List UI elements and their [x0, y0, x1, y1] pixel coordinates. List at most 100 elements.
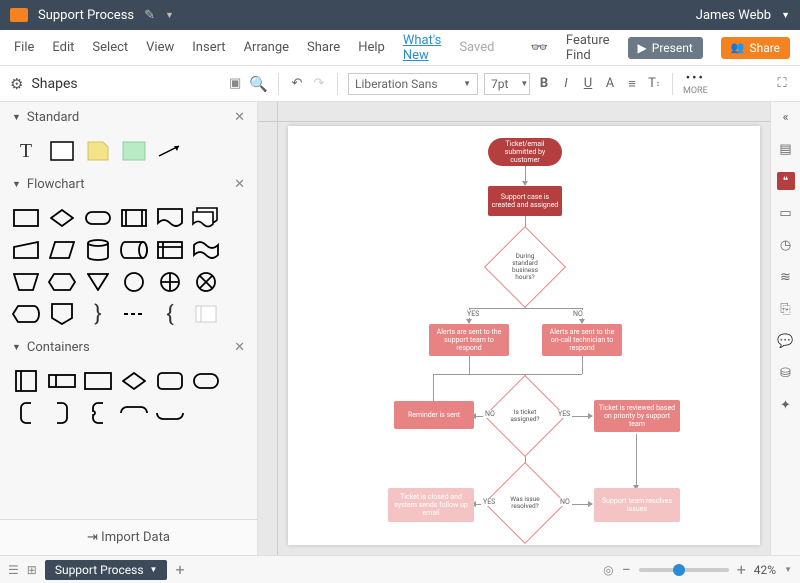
shape-c10[interactable] [120, 401, 148, 425]
font-size-select[interactable]: 7pt ▼ [484, 73, 530, 95]
align-icon[interactable]: ≡ [624, 76, 640, 92]
underline-icon[interactable]: U [580, 76, 596, 92]
shape-sum[interactable] [156, 270, 184, 294]
shape-doc[interactable] [156, 206, 184, 230]
shape-prep[interactable] [48, 270, 76, 294]
shape-input[interactable] [12, 238, 40, 262]
feature-find[interactable]: Feature Find [566, 33, 610, 63]
zoom-fit-icon[interactable]: ◎ [603, 563, 613, 577]
shape-merge[interactable] [84, 270, 112, 294]
menu-whats-new[interactable]: What's New [403, 33, 442, 63]
shape-brace-r[interactable]: } [84, 302, 112, 326]
search-icon[interactable]: 🔍 [249, 75, 268, 93]
page-tab[interactable]: Support Process ▼ [45, 560, 168, 580]
grid-icon[interactable]: ⊞ [27, 563, 37, 577]
menu-arrange[interactable]: Arrange [244, 40, 289, 55]
zoom-value[interactable]: 42% [754, 563, 776, 577]
italic-icon[interactable]: I [558, 76, 574, 92]
shape-c1[interactable] [12, 369, 40, 393]
menu-edit[interactable]: Edit [52, 40, 74, 55]
share-button[interactable]: 👥 Share [721, 37, 790, 59]
user-dropdown-icon[interactable]: ▼ [781, 10, 790, 21]
folder-icon[interactable] [10, 8, 28, 22]
shape-connector[interactable] [120, 270, 148, 294]
shape-decision[interactable] [48, 206, 76, 230]
magic-icon[interactable]: ✦ [777, 396, 795, 414]
menu-select[interactable]: Select [92, 40, 128, 55]
shape-or[interactable] [192, 270, 220, 294]
node-alerts-oncall[interactable]: Alerts are sent to the on-call technicia… [542, 324, 622, 356]
node-resolve[interactable]: Support team resolves issues [594, 488, 680, 522]
cat-standard[interactable]: ▼ Standard ✕ [0, 102, 257, 133]
shape-c4[interactable] [120, 369, 148, 393]
shape-display[interactable] [12, 302, 40, 326]
text-icon[interactable]: T↕ [646, 76, 662, 92]
zoom-slider[interactable] [639, 568, 729, 572]
menu-share[interactable]: Share [307, 40, 340, 55]
node-decision-resolved[interactable]: Was issue resolved? [496, 474, 554, 532]
shape-c6[interactable] [192, 369, 220, 393]
present-button[interactable]: ▶ Present [628, 37, 703, 59]
shape-c7[interactable] [12, 401, 40, 425]
shape-database[interactable] [84, 238, 112, 262]
node-reminder[interactable]: Reminder is sent [394, 401, 474, 429]
shape-terminator[interactable] [84, 206, 112, 230]
bookmark-icon[interactable]: ❝ [777, 172, 795, 190]
shape-rect[interactable] [48, 139, 76, 163]
node-closed[interactable]: Ticket is closed and system sends follow… [388, 488, 474, 522]
more-icon[interactable]: ••• [686, 71, 705, 86]
node-review[interactable]: Ticket is reviewed based on priority by … [594, 400, 680, 432]
list-icon[interactable]: ☰ [8, 563, 19, 577]
shape-c11[interactable] [156, 401, 184, 425]
shape-manualop[interactable] [12, 270, 40, 294]
node-case-created[interactable]: Support case is created and assigned [488, 186, 562, 216]
redo-icon[interactable]: ↷ [311, 76, 327, 92]
dropdown-icon[interactable]: ▼ [165, 10, 174, 21]
canvas[interactable]: Ticket/email submitted by customer Suppo… [288, 126, 760, 545]
shape-dash[interactable] [120, 302, 148, 326]
shape-multi-doc[interactable] [192, 206, 220, 230]
presentation-icon[interactable]: ▭ [777, 204, 795, 222]
menu-insert[interactable]: Insert [192, 40, 225, 55]
shape-c2[interactable] [48, 369, 76, 393]
shape-text[interactable]: T [12, 139, 40, 163]
shape-internal[interactable] [156, 238, 184, 262]
menu-file[interactable]: File [14, 40, 34, 55]
shape-offpage[interactable] [48, 302, 76, 326]
doc-title[interactable]: Support Process [38, 8, 134, 23]
close-icon[interactable]: ✕ [234, 177, 245, 192]
menu-view[interactable]: View [146, 40, 174, 55]
node-alerts-team[interactable]: Alerts are sent to the support team to r… [429, 324, 509, 356]
node-start[interactable]: Ticket/email submitted by customer [488, 138, 562, 166]
shape-c3[interactable] [84, 369, 112, 393]
shape-note2[interactable] [192, 302, 220, 326]
menu-help[interactable]: Help [358, 40, 385, 55]
node-decision-hours[interactable]: During standard business hours? [496, 238, 554, 296]
page-icon[interactable]: ▤ [777, 140, 795, 158]
cat-flowchart[interactable]: ▼ Flowchart ✕ [0, 169, 257, 200]
text-color-icon[interactable]: A [602, 76, 618, 92]
user-name[interactable]: James Webb [696, 8, 771, 23]
export-icon[interactable]: ⎘ [777, 300, 795, 318]
shape-block[interactable] [120, 139, 148, 163]
shape-c5[interactable] [156, 369, 184, 393]
history-icon[interactable]: ◷ [777, 236, 795, 254]
shape-direct[interactable] [120, 238, 148, 262]
shape-c8[interactable] [48, 401, 76, 425]
layers-icon[interactable]: ≋ [777, 268, 795, 286]
data-icon[interactable]: ⛁ [777, 364, 795, 382]
node-decision-assigned[interactable]: Is ticket assigned? [496, 387, 554, 445]
shape-process[interactable] [12, 206, 40, 230]
collapse-icon[interactable]: « [777, 108, 795, 126]
image-icon[interactable]: ▣ [229, 76, 241, 91]
cat-containers[interactable]: ▼ Containers ✕ [0, 332, 257, 363]
shape-tape[interactable] [192, 238, 220, 262]
close-icon[interactable]: ✕ [234, 340, 245, 355]
binoculars-icon[interactable]: 👓 [530, 40, 547, 56]
shape-predef[interactable] [120, 206, 148, 230]
bold-icon[interactable]: B [536, 76, 552, 92]
zoom-out-icon[interactable]: − [622, 560, 631, 579]
shape-brace-l[interactable]: { [156, 302, 184, 326]
shape-data[interactable] [48, 238, 76, 262]
import-data-button[interactable]: ⇥ Import Data [0, 519, 257, 555]
